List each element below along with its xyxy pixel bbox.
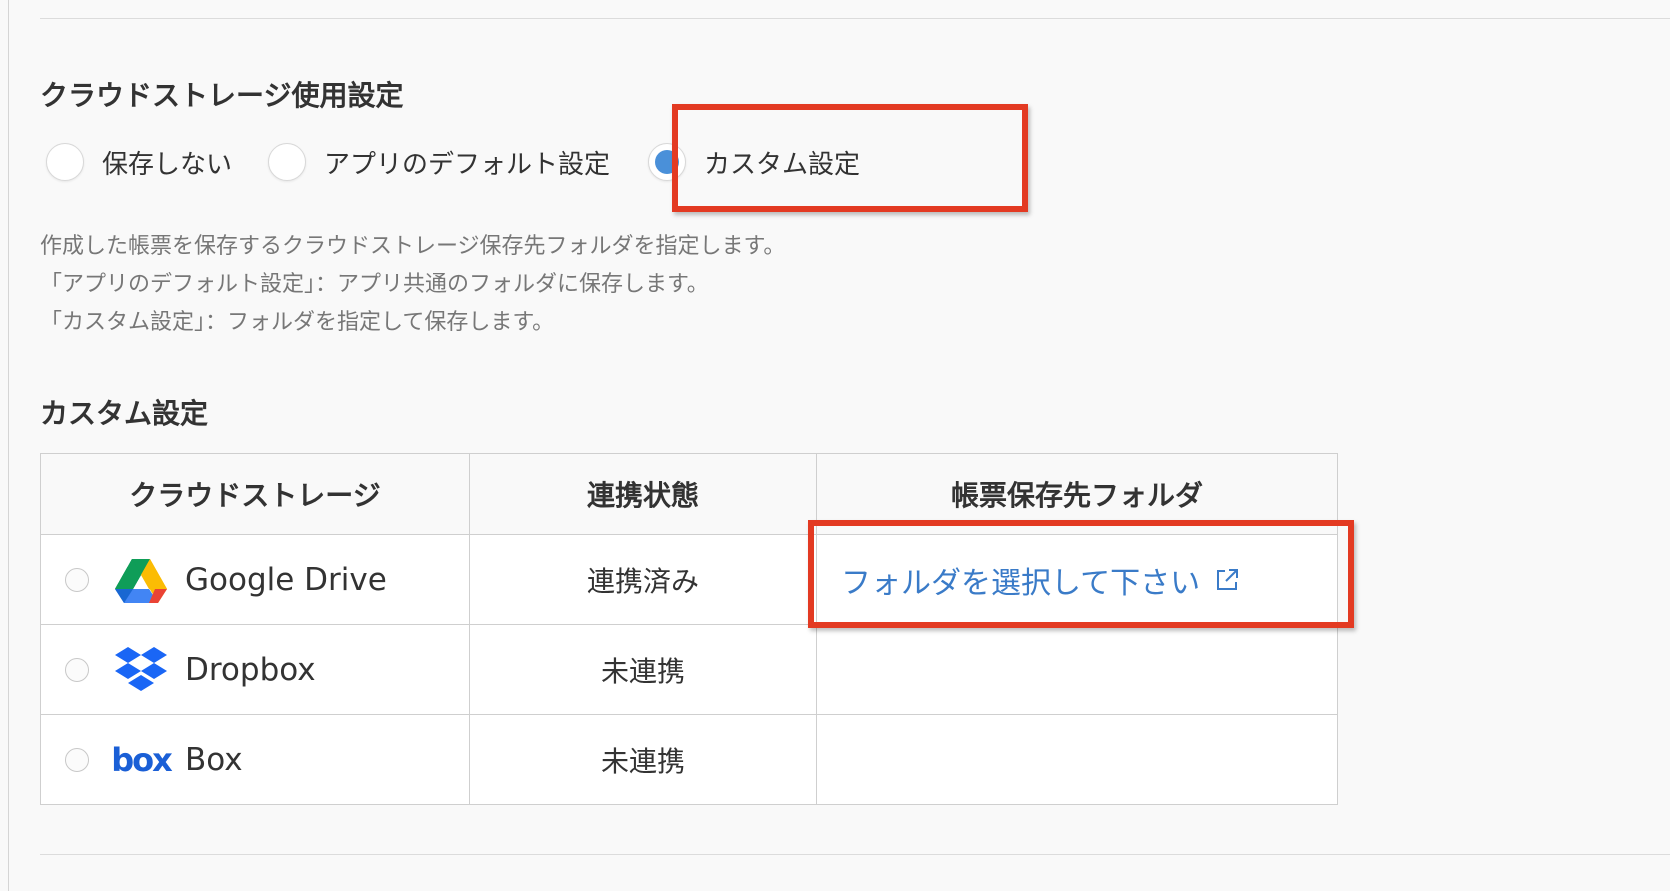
table-header-row: クラウドストレージ 連携状態 帳票保存先フォルダ [40, 453, 1338, 535]
status-cell: 未連携 [469, 624, 817, 715]
radio-label: アプリのデフォルト設定 [324, 149, 611, 180]
description-line: 「アプリのデフォルト設定」：アプリ共通のフォルダに保存します。 [40, 272, 709, 297]
box-icon: box [111, 740, 173, 779]
service-cell: box Box [40, 714, 470, 805]
radio-circle[interactable] [46, 143, 84, 181]
dropbox-icon [113, 644, 169, 696]
status-cell: 連携済み [469, 534, 817, 625]
service-radio-dropbox[interactable] [65, 657, 89, 682]
folder-cell: フォルダを選択して下さい [816, 534, 1338, 625]
service-name: Dropbox [185, 651, 316, 688]
table-row: Google Drive 連携済み フォルダを選択して下さい [40, 534, 1338, 625]
select-folder-link-text: フォルダを選択して下さい [841, 565, 1201, 601]
status-cell: 未連携 [469, 714, 817, 805]
google-drive-icon [113, 554, 169, 606]
table-row: Dropbox 未連携 [40, 624, 1338, 715]
external-link-icon [1217, 568, 1239, 590]
header-cloud-storage: クラウドストレージ [40, 453, 470, 535]
header-link-status: 連携状態 [469, 453, 817, 535]
description-line: 作成した帳票を保存するクラウドストレージ保存先フォルダを指定します。 [40, 234, 786, 259]
highlight-box-custom-option [672, 104, 1028, 212]
service-cell: Google Drive [40, 534, 470, 625]
header-save-folder: 帳票保存先フォルダ [816, 453, 1338, 535]
radio-option-no-save[interactable]: 保存しない [46, 140, 232, 184]
radio-option-app-default[interactable]: アプリのデフォルト設定 [268, 140, 610, 184]
description-line: 「カスタム設定」：フォルダを指定して保存します。 [40, 310, 555, 335]
left-border [8, 0, 9, 891]
top-divider [40, 18, 1670, 19]
select-folder-link[interactable]: フォルダを選択して下さい [841, 558, 1240, 602]
service-name: Google Drive [185, 561, 387, 598]
table-row: box Box 未連携 [40, 714, 1338, 805]
service-cell: Dropbox [40, 624, 470, 715]
usage-section-title: クラウドストレージ使用設定 [40, 79, 404, 112]
service-name: Box [185, 741, 243, 778]
folder-cell [816, 714, 1338, 805]
folder-cell [816, 624, 1338, 715]
usage-description: 作成した帳票を保存するクラウドストレージ保存先フォルダを指定します。 「アプリの… [40, 228, 785, 342]
bottom-divider [40, 854, 1670, 855]
custom-section-title: カスタム設定 [40, 397, 209, 430]
radio-circle[interactable] [268, 143, 306, 181]
service-radio-google-drive[interactable] [65, 567, 89, 592]
service-radio-box[interactable] [65, 747, 89, 772]
radio-label: 保存しない [102, 149, 233, 180]
storage-table: クラウドストレージ 連携状態 帳票保存先フォルダ Google Drive 連携… [40, 453, 1338, 805]
